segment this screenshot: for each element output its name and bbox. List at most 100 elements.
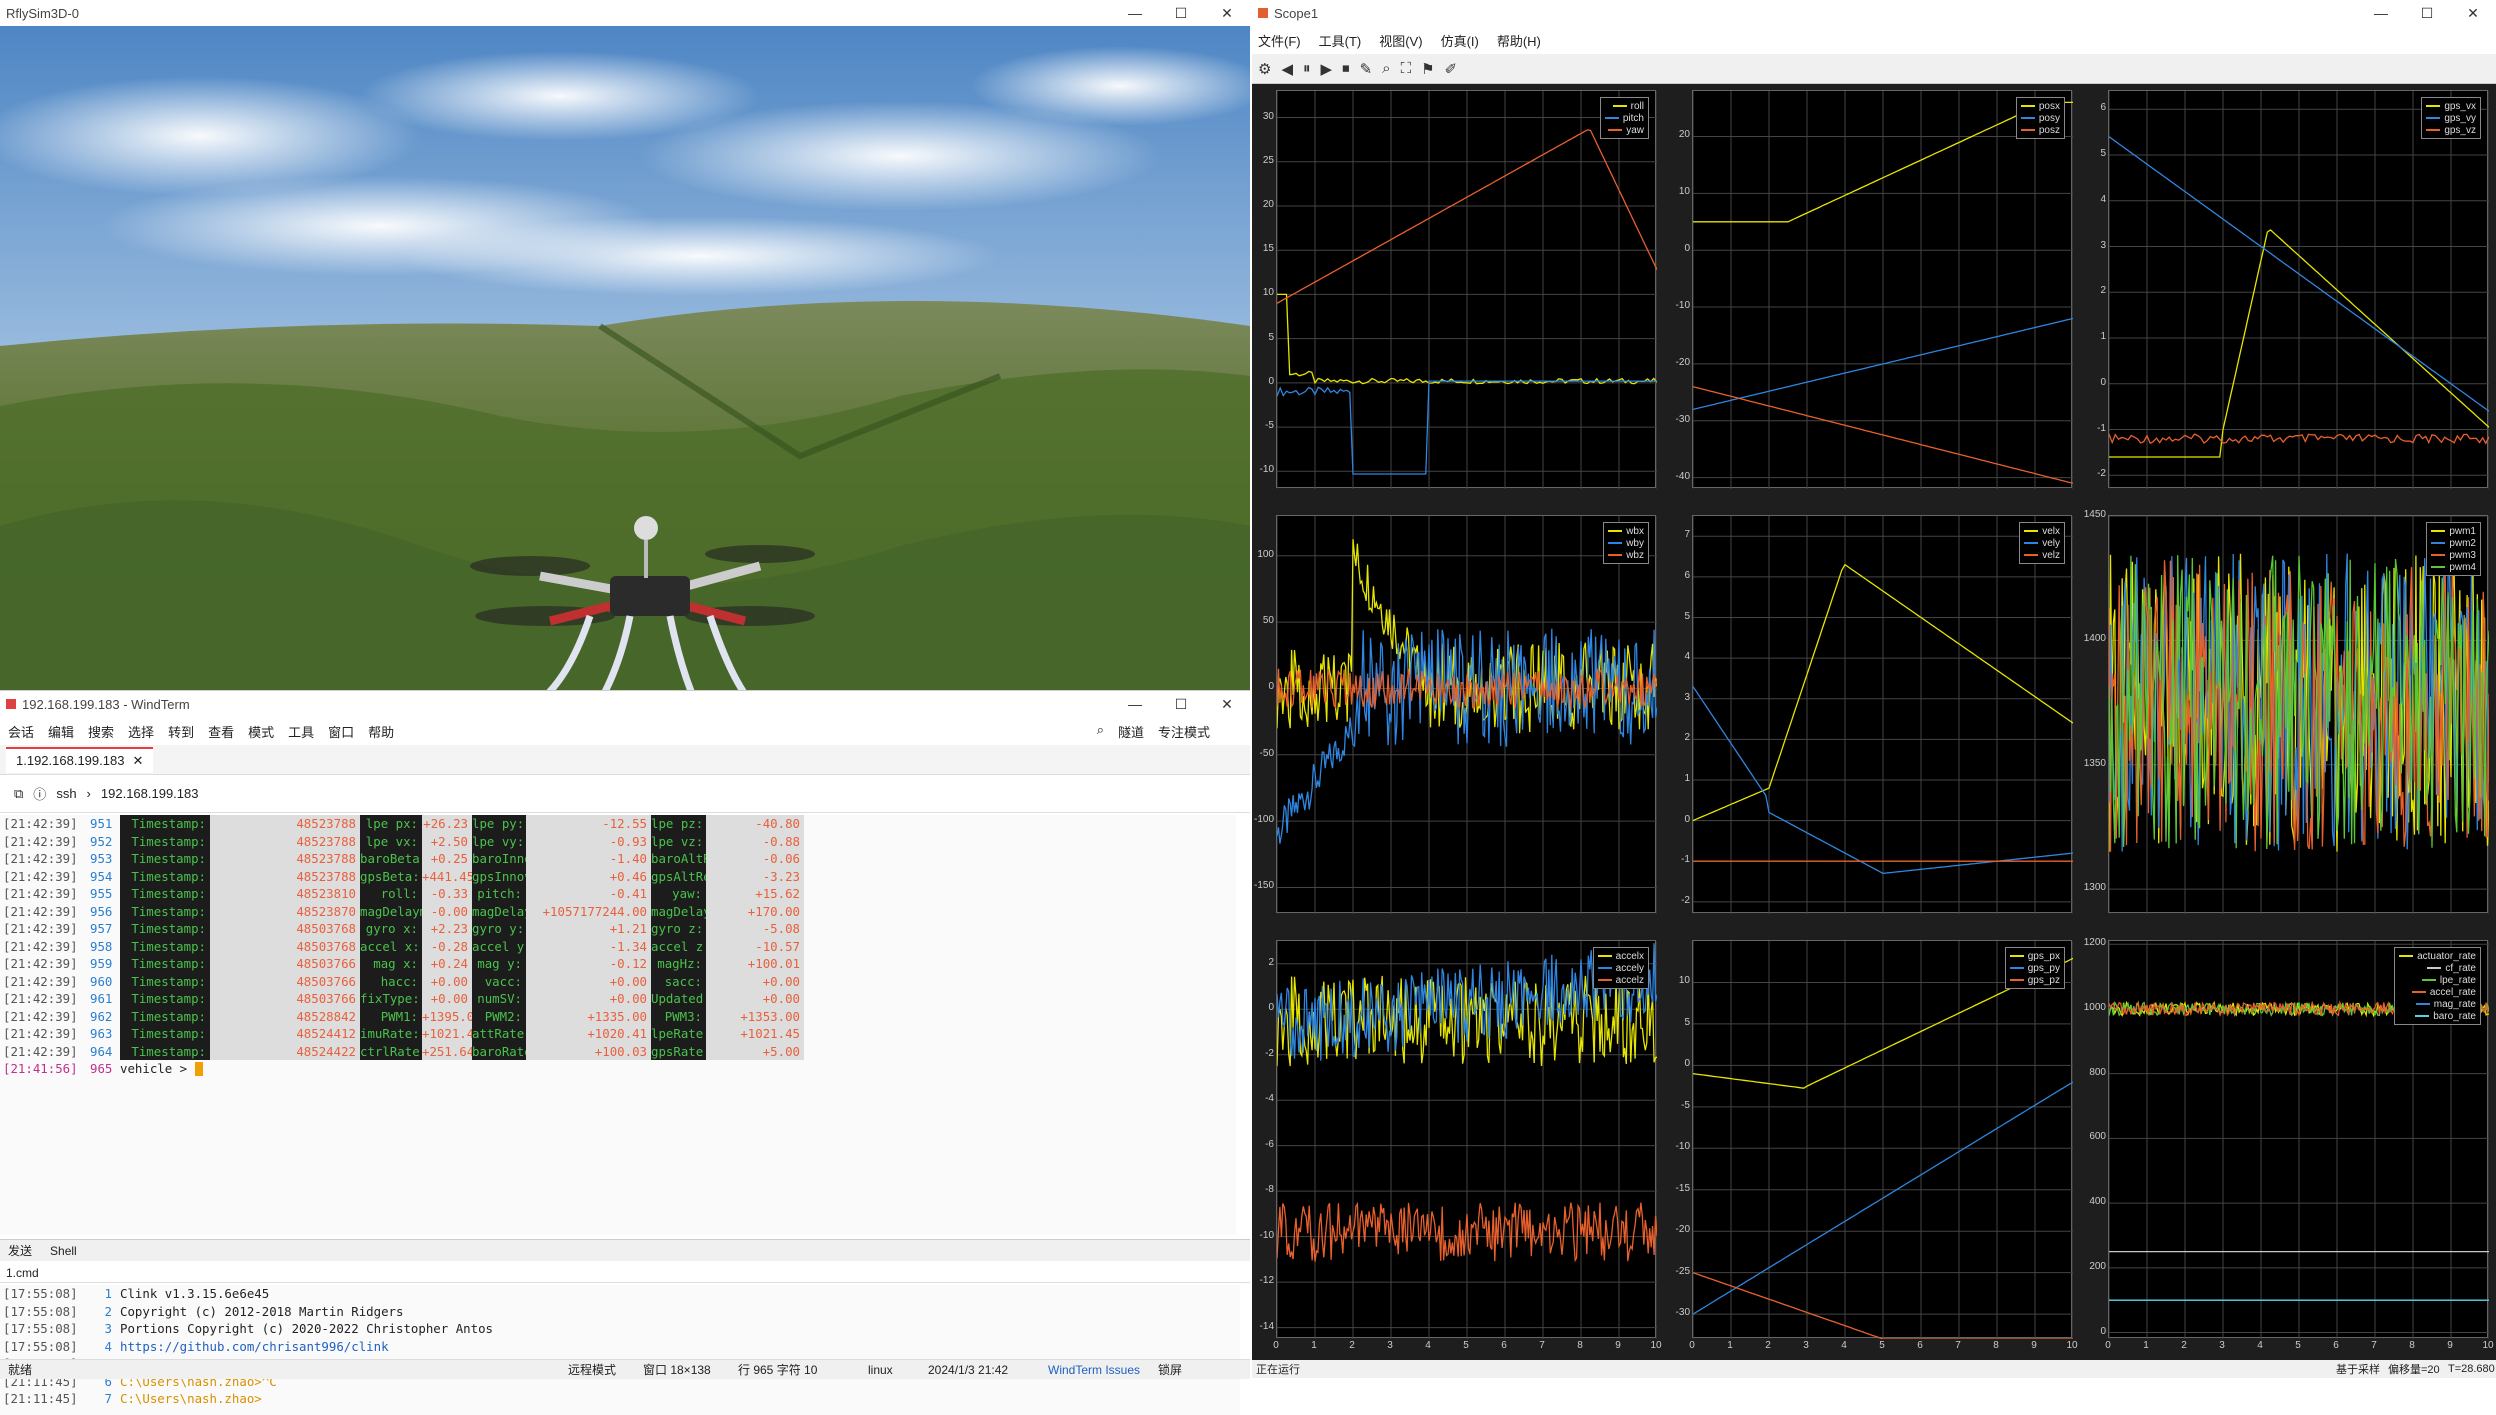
scope-plot[interactable]: gps_px gps_py gps_pz [1692, 940, 2073, 1339]
menu-item[interactable]: 查看 [208, 722, 234, 741]
close-icon[interactable]: ✕ [1204, 0, 1250, 26]
menu-item[interactable]: 会话 [8, 722, 34, 741]
line-number: 3 [104, 1321, 112, 1336]
autoscale-icon[interactable]: ⛶ [1401, 60, 1412, 77]
menu-item[interactable]: 仿真(I) [1441, 31, 1479, 50]
menu-item[interactable]: 模式 [248, 722, 274, 741]
cmd-output[interactable]: [17:55:08] 1 Clink v1.3.15.6e6e45 [17:55:08… [0, 1285, 1240, 1415]
field-label: mag y: [472, 955, 526, 973]
tab-shell[interactable]: Shell [50, 1244, 77, 1258]
menu-item[interactable]: 转到 [168, 722, 194, 741]
scope-plot[interactable]: actuator_rate cf_rate lpe_rate accel_rate ma… [2108, 940, 2489, 1339]
x-tick-label: 4 [1425, 1340, 1431, 1351]
maximize-icon[interactable]: ☐ [1158, 691, 1204, 717]
field-label: magDelayIn: [472, 902, 555, 920]
y-tick-label: 1200 [2083, 937, 2106, 949]
step-back-icon[interactable]: ◀ [1281, 60, 1293, 78]
menu-item[interactable]: 帮助 [368, 722, 394, 741]
status-lock[interactable]: 锁屏 [1158, 1361, 1182, 1378]
x-tick-label: 2 [1349, 1340, 1355, 1351]
terminal-prompt-line[interactable]: [21:41:56] 965 vehicle > [0, 1060, 1236, 1078]
legend-label: gps_pz [2027, 974, 2060, 986]
info-icon[interactable]: ⓘ [33, 784, 46, 803]
tunnel-button[interactable]: 隧道 [1118, 722, 1144, 741]
field-label: hacc: [360, 972, 422, 990]
menu-item[interactable]: 选择 [128, 722, 154, 741]
legend-label: vely [2042, 537, 2060, 549]
address-host[interactable]: 192.168.199.183 [101, 786, 199, 801]
scope-plot[interactable]: velx vely velz [1692, 515, 2073, 914]
y-tick-label: -20 [1675, 1224, 1690, 1236]
scope-plot[interactable]: accelx accely accelz [1276, 940, 1657, 1339]
search-icon[interactable]: ⌕ [1097, 722, 1104, 741]
zoom-icon[interactable]: ⌕ [1382, 60, 1390, 77]
y-tick-label: 20 [1262, 198, 1274, 210]
pause-icon[interactable]: ⏸ [1303, 60, 1311, 77]
y-tick-label: 0 [2100, 1325, 2106, 1337]
y-tick-label: -150 [1253, 880, 1274, 892]
cmd-tab[interactable]: 1.cmd [6, 1266, 39, 1280]
terminal-line: [21:42:39] 963 Timestamp: 48524412 imuRate: +… [0, 1025, 1236, 1043]
field-label: magHz: [651, 955, 706, 973]
maximize-icon[interactable]: ☐ [1158, 0, 1204, 26]
minimize-icon[interactable]: — [1112, 0, 1158, 26]
3d-scene-view[interactable] [0, 26, 1250, 690]
field-label: Updated: [651, 990, 711, 1008]
scope-plot[interactable]: pwm1 pwm2 pwm3 pwm4 [2108, 515, 2489, 914]
field-label: magDelayms: [360, 902, 443, 920]
cursor-icon[interactable]: ✐ [1445, 60, 1458, 78]
maximize-icon[interactable]: ☐ [2404, 0, 2450, 26]
terminal-output[interactable]: [21:42:39] 951 Timestamp: 48523788 lpe px: +2… [0, 815, 1236, 1235]
menu-item[interactable]: 工具 [288, 722, 314, 741]
menu-item[interactable]: 文件(F) [1258, 31, 1301, 50]
stop-icon[interactable]: ⏹ [1342, 60, 1350, 77]
highlight-icon[interactable]: ✎ [1360, 60, 1373, 78]
minimize-icon[interactable]: — [1112, 691, 1158, 717]
field-value: +1395.00 [422, 1007, 482, 1025]
field-label: lpe py: [472, 815, 526, 833]
triggers-icon[interactable]: ⚑ [1421, 60, 1434, 78]
close-icon[interactable]: ✕ [132, 753, 143, 769]
legend-swatch [2426, 129, 2441, 131]
field-value: +1353.00 [706, 1007, 804, 1025]
status-os: linux [868, 1362, 893, 1377]
session-tab[interactable]: 1.192.168.199.183 ✕ [6, 746, 154, 773]
line-number: 955 [90, 886, 113, 901]
legend-entry: posz [2020, 124, 2060, 136]
new-session-icon[interactable]: ⧉ [14, 786, 23, 802]
tab-send[interactable]: 发送 [8, 1242, 32, 1259]
legend-label: cf_rate [2445, 962, 2476, 974]
field-label: Timestamp: [120, 1025, 210, 1043]
status-issues-link[interactable]: WindTerm Issues [1048, 1363, 1158, 1377]
y-tick-label: 4 [2100, 193, 2106, 205]
x-tick-label: 7 [2371, 1340, 2377, 1351]
menu-item[interactable]: 视图(V) [1379, 31, 1422, 50]
x-tick-label: 1 [2143, 1340, 2149, 1351]
scope-plot[interactable]: gps_vx gps_vy gps_vz [2108, 90, 2489, 489]
scope-plot[interactable]: posx posy posz [1692, 90, 2073, 489]
step-forward-icon[interactable]: ▶ [1321, 60, 1333, 78]
menu-item[interactable]: 帮助(H) [1497, 31, 1541, 50]
field-label: gpsAltRef: [651, 867, 726, 885]
menu-item[interactable]: 工具(T) [1319, 31, 1362, 50]
legend-swatch [1608, 530, 1623, 532]
y-tick-label: -10 [1259, 1229, 1274, 1241]
focus-mode-button[interactable]: 专注模式 [1158, 722, 1210, 741]
close-icon[interactable]: ✕ [2450, 0, 2496, 26]
terminal-line: [21:42:39] 955 Timestamp: 48523810 roll: -0.3… [0, 885, 1236, 903]
scope-plot[interactable]: wbx wby wbz [1276, 515, 1657, 914]
close-icon[interactable]: ✕ [1204, 691, 1250, 717]
y-tick-label: 10 [1262, 287, 1274, 299]
address-protocol[interactable]: ssh [56, 786, 76, 801]
legend-entry: accel_rate [2399, 986, 2476, 998]
terminal-line: [21:42:39] 953 Timestamp: 48523788 baroBeta:… [0, 850, 1236, 868]
menu-item[interactable]: 窗口 [328, 722, 354, 741]
scope-plot[interactable]: roll pitch yaw [1276, 90, 1657, 489]
menu-item[interactable]: 搜索 [88, 722, 114, 741]
minimize-icon[interactable]: — [2358, 0, 2404, 26]
settings-icon[interactable]: ⚙ [1258, 60, 1271, 78]
x-tick-label: 6 [2333, 1340, 2339, 1351]
menu-item[interactable]: 编辑 [48, 722, 74, 741]
field-value: +441.45 [422, 867, 475, 885]
plot-legend: accelx accely accelz [1592, 947, 1649, 989]
